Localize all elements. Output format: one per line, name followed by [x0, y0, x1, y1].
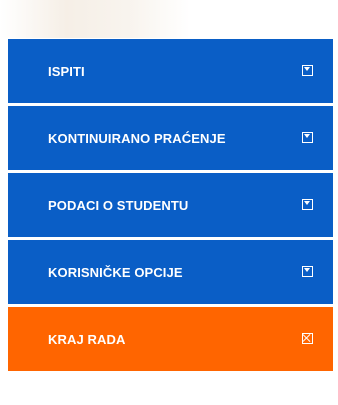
menu-item-ispiti[interactable]: ISPITI [8, 39, 333, 103]
menu-item-label: PODACI O STUDENTU [48, 197, 189, 213]
close-icon[interactable] [302, 333, 313, 344]
page: ISPITI KONTINUIRANO PRAĆENJE PODACI O ST… [0, 0, 338, 405]
menu-item-kraj-rada[interactable]: KRAJ RADA [8, 307, 333, 371]
header-fade-decoration [0, 0, 190, 38]
dropdown-arrow-icon[interactable] [302, 132, 313, 143]
menu-item-label: ISPITI [48, 63, 85, 79]
menu-item-podaci-o-studentu[interactable]: PODACI O STUDENTU [8, 173, 333, 237]
dropdown-arrow-icon[interactable] [302, 266, 313, 277]
dropdown-arrow-icon[interactable] [302, 65, 313, 76]
menu-item-korisnicke-opcije[interactable]: KORISNIČKE OPCIJE [8, 240, 333, 304]
main-menu: ISPITI KONTINUIRANO PRAĆENJE PODACI O ST… [8, 39, 333, 374]
menu-item-label: KORISNIČKE OPCIJE [48, 264, 183, 280]
menu-item-label: KRAJ RADA [48, 331, 126, 347]
menu-item-label: KONTINUIRANO PRAĆENJE [48, 130, 226, 146]
menu-item-kontinuirano-pracenje[interactable]: KONTINUIRANO PRAĆENJE [8, 106, 333, 170]
dropdown-arrow-icon[interactable] [302, 199, 313, 210]
